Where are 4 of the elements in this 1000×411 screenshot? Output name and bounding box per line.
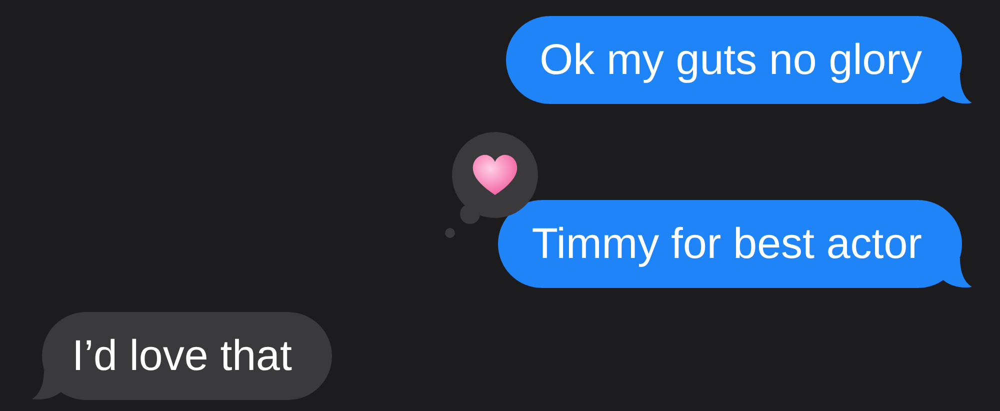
message-bubble: I’d love that: [42, 312, 332, 400]
message-bubble: Ok my guts no glory: [506, 16, 962, 104]
heart-icon: [472, 154, 517, 195]
message-bubble: Timmy for best actor: [498, 200, 962, 288]
